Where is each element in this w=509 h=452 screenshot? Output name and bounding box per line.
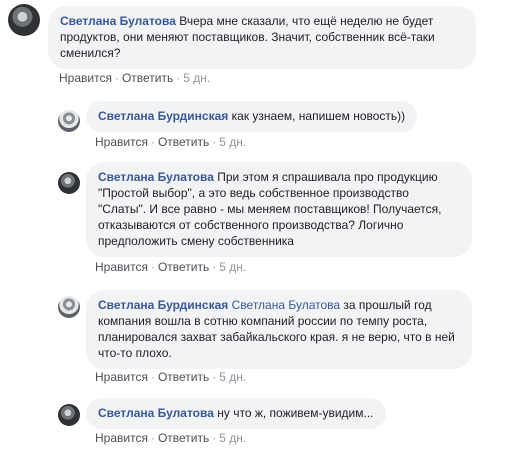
avatar[interactable] <box>58 172 80 194</box>
separator-dot: · <box>150 135 155 149</box>
separator-dot: · <box>212 260 217 274</box>
comment-author[interactable]: Светлана Бурдинская <box>98 109 228 123</box>
separator-dot: · <box>212 431 217 445</box>
comment-bubble: Светлана Булатова При этом я спрашивала … <box>86 162 472 257</box>
comment-bubble: Светлана Булатова ну что ж, поживем-увид… <box>86 398 386 429</box>
comment-actions: Нравится · Ответить · 5 дн. <box>59 70 210 86</box>
comment-reply: Светлана Бурдинская как узнаем, напишем … <box>0 98 509 154</box>
separator-dot: · <box>212 135 217 149</box>
comment-bubble: Светлана Бурдинская как узнаем, напишем … <box>86 101 418 132</box>
comment-author[interactable]: Светлана Булатова <box>60 14 176 28</box>
comment-author[interactable]: Светлана Булатова <box>98 406 214 420</box>
comment-reply: Светлана Булатова ну что ж, поживем-увид… <box>0 394 509 452</box>
comment-timestamp[interactable]: 5 дн. <box>219 135 246 149</box>
separator-dot: · <box>150 370 155 384</box>
like-button[interactable]: Нравится <box>95 431 148 445</box>
separator-dot: · <box>114 71 119 85</box>
avatar[interactable] <box>58 110 80 132</box>
like-button[interactable]: Нравится <box>95 135 148 149</box>
comment-actions: Нравится · Ответить · 5 дн. <box>95 134 246 150</box>
comment-timestamp[interactable]: 5 дн. <box>219 370 246 384</box>
reply-button[interactable]: Ответить <box>158 431 209 445</box>
comment-actions: Нравится · Ответить · 5 дн. <box>95 430 246 446</box>
comment-author[interactable]: Светлана Булатова <box>98 170 214 184</box>
reply-button[interactable]: Ответить <box>158 260 209 274</box>
like-button[interactable]: Нравится <box>59 71 112 85</box>
comment-timestamp[interactable]: 5 дн. <box>183 71 210 85</box>
like-button[interactable]: Нравится <box>95 260 148 274</box>
avatar[interactable] <box>58 296 80 318</box>
mention-link[interactable]: Светлана Булатова <box>232 298 340 312</box>
comment-timestamp[interactable]: 5 дн. <box>219 431 246 445</box>
comment-actions: Нравится · Ответить · 5 дн. <box>95 259 246 275</box>
separator-dot: · <box>212 370 217 384</box>
separator-dot: · <box>150 260 155 274</box>
comment-text: как узнаем, напишем новость)) <box>231 109 406 123</box>
comment-reply: Светлана Булатова При этом я спрашивала … <box>0 160 509 280</box>
comment-text: ну что ж, поживем-увидим... <box>217 406 374 420</box>
comment-actions: Нравится · Ответить · 5 дн. <box>95 369 246 385</box>
reply-button[interactable]: Ответить <box>122 71 173 85</box>
reply-button[interactable]: Ответить <box>158 370 209 384</box>
avatar[interactable] <box>58 404 80 426</box>
avatar[interactable] <box>8 4 40 36</box>
comment-bubble: Светлана Бурдинская Светлана Булатова за… <box>86 290 472 369</box>
comment: Светлана Булатова Вчера мне сказали, что… <box>0 0 509 90</box>
comment-reply: Светлана Бурдинская Светлана Булатова за… <box>0 288 509 388</box>
like-button[interactable]: Нравится <box>95 370 148 384</box>
comment-bubble: Светлана Булатова Вчера мне сказали, что… <box>48 6 476 69</box>
separator-dot: · <box>176 71 181 85</box>
reply-button[interactable]: Ответить <box>158 135 209 149</box>
separator-dot: · <box>150 431 155 445</box>
comment-author[interactable]: Светлана Бурдинская <box>98 298 228 312</box>
comment-timestamp[interactable]: 5 дн. <box>219 260 246 274</box>
